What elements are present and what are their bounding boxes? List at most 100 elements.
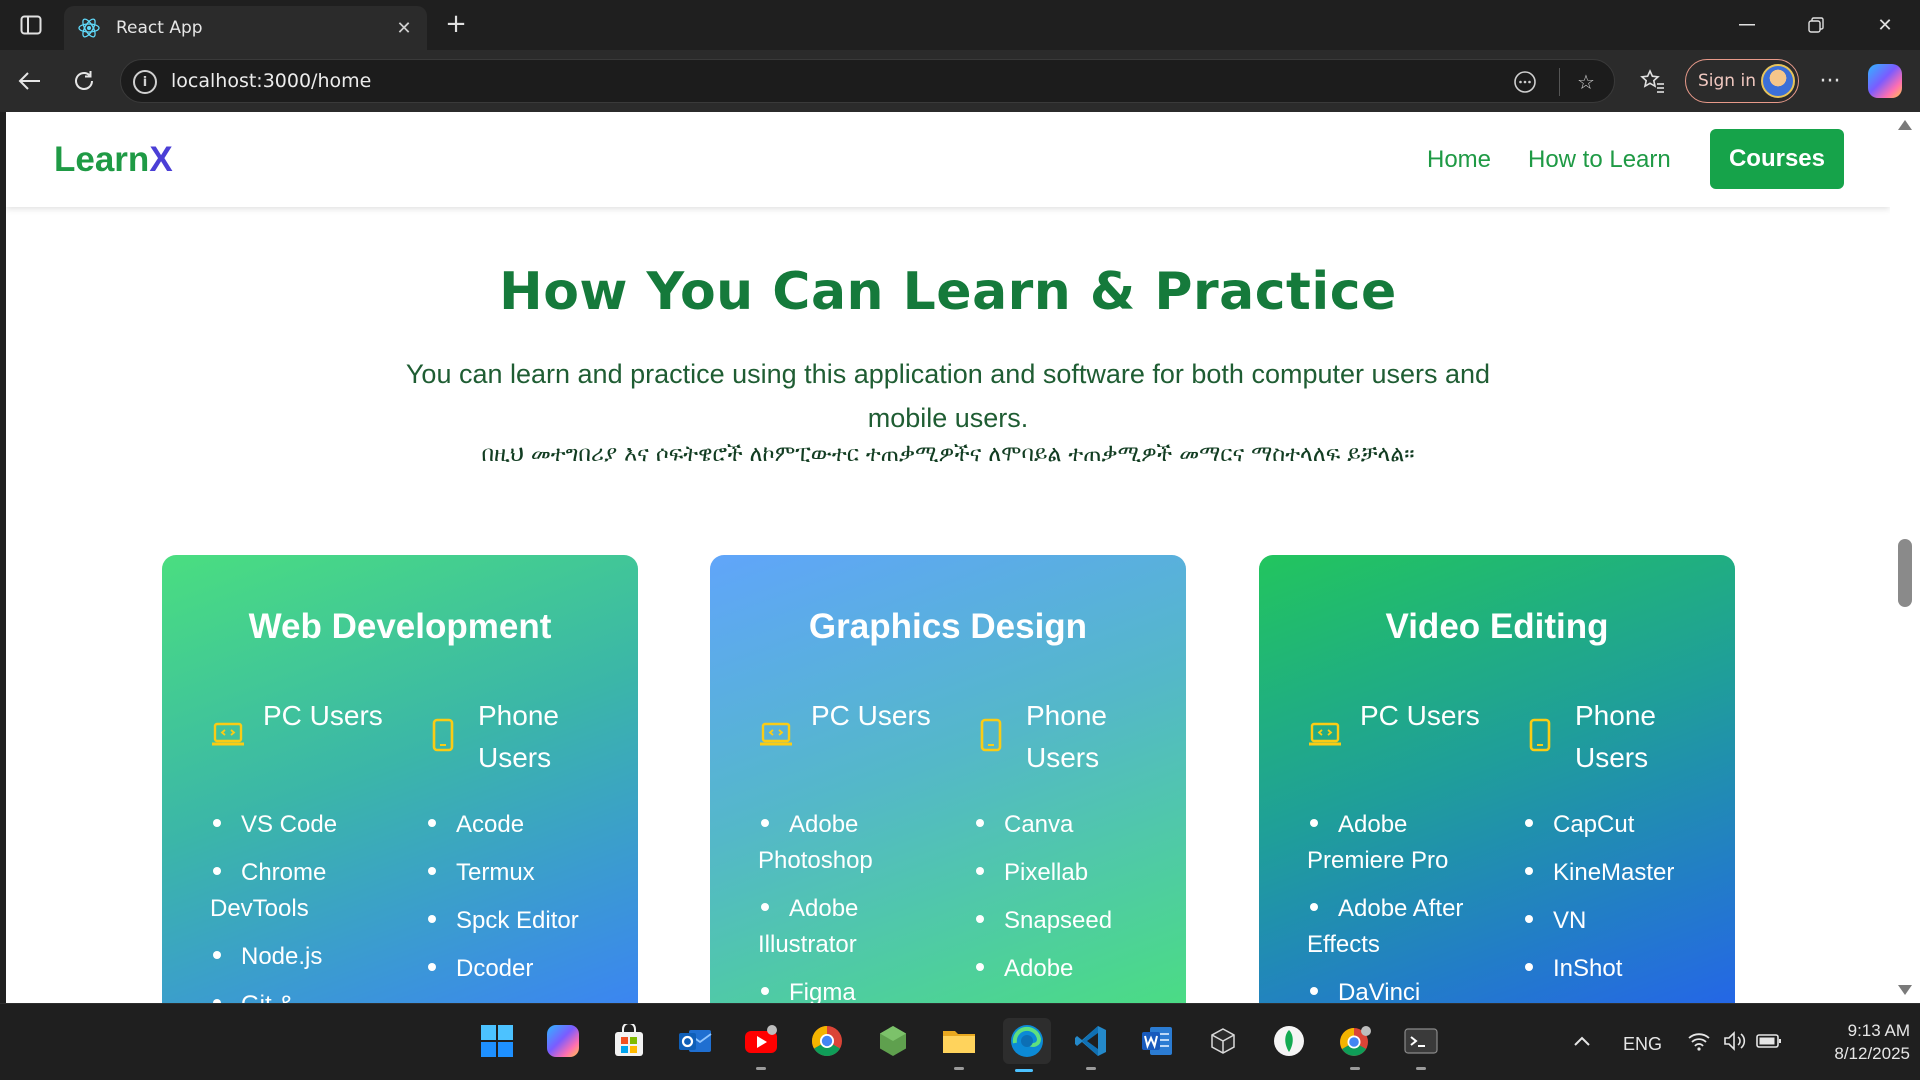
chrome-profile-icon[interactable] (1334, 1020, 1376, 1070)
volume-icon[interactable] (1718, 1020, 1752, 1062)
address-bar-divider (1559, 68, 1560, 96)
nav-link-how-to-learn[interactable]: How to Learn (1528, 146, 1671, 174)
microsoft-store-icon[interactable] (608, 1020, 650, 1062)
start-menu-icon[interactable] (476, 1020, 518, 1062)
list-item: InShot (1522, 951, 1722, 987)
copilot-app-icon[interactable] (542, 1020, 584, 1062)
sign-in-button[interactable]: Sign in (1685, 59, 1799, 103)
vscode-icon[interactable] (1070, 1020, 1112, 1070)
running-indicator (1416, 1067, 1426, 1070)
list-item: Acode (425, 807, 625, 843)
scrollbar-thumb[interactable] (1898, 539, 1912, 607)
file-explorer-icon[interactable] (938, 1020, 980, 1070)
terminal-icon[interactable] (1400, 1020, 1442, 1070)
url-text: localhost:3000/home (171, 70, 372, 92)
phone-icon (1522, 717, 1558, 753)
card-title: Web Development (248, 607, 552, 646)
phone-users-column: Phone Users Canva Pixellab Snapseed Adob… (973, 695, 1173, 999)
phone-users-column: Phone Users Acode Termux Spck Editor Dco… (425, 695, 625, 999)
laptop-code-icon (758, 717, 794, 753)
list-item: KineMaster (1522, 855, 1722, 891)
list-item: Dcoder (425, 951, 625, 987)
pc-users-column: PC Users Adobe Photoshop Adobe Illustrat… (758, 695, 958, 1003)
site-navbar: LearnX Home How to Learn Courses (6, 112, 1890, 207)
chevron-up-icon[interactable] (1564, 1020, 1600, 1062)
running-indicator (954, 1067, 964, 1070)
laptop-code-icon (210, 717, 246, 753)
card-title: Video Editing (1385, 607, 1609, 646)
phone-users-column: Phone Users CapCut KineMaster VN InShot (1522, 695, 1722, 999)
list-item: DaVinci (1307, 975, 1507, 1003)
youtube-icon[interactable] (740, 1020, 782, 1070)
minimize-icon[interactable] (1717, 0, 1777, 50)
list-item: Adobe (973, 951, 1173, 987)
courses-button[interactable]: Courses (1710, 129, 1844, 189)
favorites-icon[interactable] (1635, 63, 1671, 99)
windows-taskbar: ENG 9:13 AM 8/12/2025 (0, 1003, 1920, 1080)
list-item: Adobe Photoshop (758, 811, 873, 874)
tab-title: React App (116, 18, 203, 38)
phone-icon (973, 717, 1009, 753)
list-item: Spck Editor (425, 903, 625, 939)
pc-users-label: PC Users (263, 700, 383, 731)
mongodb-icon[interactable] (1268, 1020, 1310, 1062)
pc-users-column: PC Users VS Code Chrome DevTools Node.js… (210, 695, 410, 1003)
list-item: Git & (210, 987, 410, 1003)
clock-date: 8/12/2025 (1834, 1044, 1910, 1063)
address-bar[interactable]: i localhost:3000/home ☆ (120, 59, 1615, 103)
scroll-down-icon[interactable] (1898, 985, 1912, 995)
sign-in-label: Sign in (1698, 71, 1756, 91)
system-clock[interactable]: 9:13 AM 8/12/2025 (1800, 1019, 1910, 1065)
more-options-icon[interactable]: ··· (1812, 63, 1848, 99)
star-icon[interactable]: ☆ (1572, 68, 1600, 96)
card-web-development: Web Development PC Users VS Code Chrome … (162, 555, 638, 1003)
list-item: VN (1522, 903, 1722, 939)
list-item: VS Code (210, 807, 410, 843)
pc-users-label: PC Users (1360, 700, 1480, 731)
section-description-amharic: በዚህ መተግበሪያ እና ሶፍትዌሮች ለኮምፒውተር ተጠቃሚዎችና ለሞባ… (481, 442, 1415, 467)
browser-toolbar: i localhost:3000/home ☆ Sign in ··· (0, 50, 1920, 112)
back-icon[interactable] (12, 63, 48, 99)
list-item: Snapseed (973, 903, 1173, 939)
tab-actions-icon[interactable] (14, 12, 48, 38)
list-item: Chrome DevTools (210, 859, 327, 922)
nodejs-icon[interactable] (872, 1020, 914, 1062)
restore-icon[interactable] (1786, 0, 1846, 50)
section-title: How You Can Learn & Practice (499, 262, 1397, 322)
edge-icon[interactable] (1003, 1018, 1051, 1072)
read-aloud-icon[interactable] (1511, 68, 1539, 96)
card-title: Graphics Design (808, 607, 1088, 646)
list-item: Adobe Premiere Pro (1307, 811, 1449, 874)
scroll-up-icon[interactable] (1898, 120, 1912, 130)
nav-link-home[interactable]: Home (1427, 146, 1491, 174)
list-item: Figma (758, 975, 958, 1003)
logo-accent-text: X (149, 140, 173, 179)
word-icon[interactable] (1136, 1020, 1178, 1062)
close-tab-icon[interactable]: ✕ (389, 13, 419, 43)
pc-users-column: PC Users Adobe Premiere Pro Adobe After … (1307, 695, 1507, 1003)
site-logo[interactable]: LearnX (54, 140, 173, 180)
refresh-icon[interactable] (66, 63, 102, 99)
running-indicator (1015, 1069, 1033, 1072)
phone-users-label: Phone Users (1575, 700, 1656, 773)
page-viewport: LearnX Home How to Learn Courses How You… (6, 112, 1890, 1003)
section-description: You can learn and practice using this ap… (405, 359, 1491, 433)
language-indicator[interactable]: ENG (1623, 1034, 1662, 1055)
browser-tab[interactable]: React App ✕ (64, 6, 427, 50)
logo-main-text: Learn (54, 140, 150, 179)
chrome-icon[interactable] (806, 1020, 848, 1062)
page-scrollbar[interactable] (1890, 112, 1920, 1003)
list-item: Adobe After Effects (1307, 895, 1464, 958)
copilot-icon[interactable] (1868, 64, 1902, 98)
package-app-icon[interactable] (1202, 1020, 1244, 1062)
phone-users-label: Phone Users (1026, 700, 1107, 773)
battery-icon[interactable] (1752, 1020, 1786, 1062)
new-tab-icon[interactable]: + (438, 8, 474, 40)
react-icon (78, 17, 100, 39)
list-item: Node.js (210, 939, 410, 975)
wifi-icon[interactable] (1682, 1020, 1716, 1062)
close-window-icon[interactable]: ✕ (1855, 0, 1915, 50)
outlook-icon[interactable] (674, 1020, 716, 1062)
card-video-editing: Video Editing PC Users Adobe Premiere Pr… (1259, 555, 1735, 1003)
site-info-icon[interactable]: i (133, 70, 157, 94)
